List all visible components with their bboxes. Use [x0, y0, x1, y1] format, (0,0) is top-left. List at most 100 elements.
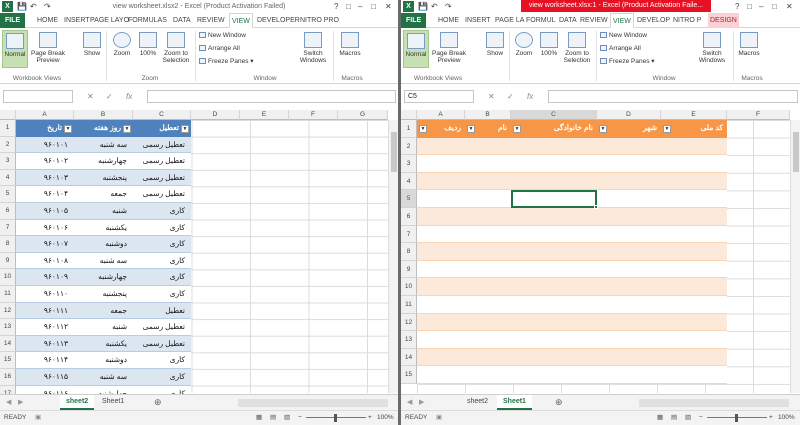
ribbon-display-icon[interactable]: □ [346, 0, 351, 13]
name-box[interactable]: C5 [404, 90, 474, 103]
help-icon[interactable]: ? [735, 0, 739, 13]
vertical-scrollbar[interactable] [790, 120, 800, 393]
column-header[interactable]: G [338, 110, 388, 120]
switch-windows-button[interactable]: Switch Windows [695, 30, 729, 72]
add-sheet-icon[interactable]: ⊕ [555, 395, 563, 410]
table-cell[interactable]: شنبه [74, 206, 127, 215]
zoom-level[interactable]: 100% [778, 411, 795, 425]
row-header[interactable]: 12 [0, 302, 16, 320]
table-cell[interactable]: سه شنبه [74, 372, 127, 381]
page-break-status-icon[interactable]: ▧ [685, 411, 691, 425]
table-cell[interactable]: شنبه [74, 322, 127, 331]
arrange-all-button[interactable]: Arrange All [600, 44, 641, 53]
table-cell[interactable]: کاری [133, 372, 185, 381]
row-header[interactable]: 1 [0, 120, 16, 137]
row-header[interactable]: 16 [0, 369, 16, 386]
tab-developer[interactable]: DEVELOP [637, 13, 670, 28]
formula-input[interactable] [548, 90, 798, 103]
name-box[interactable] [3, 90, 73, 103]
row-header[interactable]: 6 [401, 208, 417, 226]
horizontal-scrollbar[interactable] [639, 399, 789, 407]
restore-icon[interactable]: □ [371, 0, 376, 13]
row-header[interactable]: 10 [0, 269, 16, 286]
cancel-icon[interactable]: ✕ [87, 90, 94, 103]
table-cell[interactable]: ۹۶۰۱۰۴ [16, 189, 68, 198]
freeze-panes-button[interactable]: Freeze Panes ▾ [600, 57, 655, 66]
normal-view-button[interactable]: Normal [2, 30, 28, 68]
table-cell[interactable]: ۹۶۰۱۰۷ [16, 239, 68, 248]
ribbon-display-icon[interactable]: □ [747, 0, 752, 13]
tab-insert[interactable]: INSERT [64, 13, 90, 28]
table-cell[interactable]: یکشنبه [74, 339, 127, 348]
column-header[interactable]: C [511, 110, 597, 120]
table-cell[interactable]: تعطیل رسمی [133, 156, 185, 165]
page-break-preview-button[interactable]: Page Break Preview [431, 30, 467, 70]
scroll-thumb[interactable] [391, 132, 397, 172]
tab-formulas[interactable]: FORMUL [526, 13, 556, 28]
row-header[interactable]: 2 [401, 137, 417, 156]
table-cell[interactable]: ۹۶۰۱۱۳ [16, 339, 68, 348]
horizontal-scrollbar[interactable] [238, 399, 388, 407]
tab-nitro[interactable]: NITRO PRO [300, 13, 339, 28]
tab-view[interactable]: VIEW [229, 13, 253, 28]
table-cell[interactable]: ۹۶۰۱۱۲ [16, 322, 68, 331]
page-layout-status-icon[interactable]: ▤ [270, 411, 276, 425]
show-button[interactable]: Show [80, 30, 104, 66]
sheet-tab-sheet2[interactable]: sheet2 [60, 395, 95, 410]
page-break-status-icon[interactable]: ▧ [284, 411, 290, 425]
next-sheet-icon[interactable]: ▶ [18, 395, 23, 410]
table-cell[interactable]: ۹۶۰۱۰۹ [16, 272, 68, 281]
macro-record-icon[interactable]: ▣ [35, 411, 41, 425]
table-cell[interactable]: تعطیل رسمی [133, 322, 185, 331]
redo-icon[interactable]: ↷ [445, 1, 452, 12]
row-header[interactable]: 9 [401, 260, 417, 279]
table-cell[interactable]: کاری [133, 256, 185, 265]
cancel-icon[interactable]: ✕ [488, 90, 495, 103]
column-header[interactable]: C [133, 110, 191, 120]
table-cell[interactable]: پنجشنبه [74, 173, 127, 182]
row-header[interactable]: 11 [401, 296, 417, 314]
table-cell[interactable]: تعطیل رسمی [133, 140, 185, 149]
sheet-tab-sheet2[interactable]: sheet2 [461, 395, 494, 410]
table-cell[interactable]: ۹۶۰۱۰۳ [16, 173, 68, 182]
filter-dropdown-icon[interactable]: ▼ [599, 125, 607, 133]
undo-icon[interactable]: ↶ [30, 1, 37, 12]
macro-record-icon[interactable]: ▣ [436, 411, 442, 425]
zoom-level[interactable]: 100% [377, 411, 394, 425]
table-cell[interactable]: چهارشنبه [74, 156, 127, 165]
table-cell[interactable]: تعطیل رسمی [133, 189, 185, 198]
row-header[interactable]: 7 [401, 225, 417, 244]
zoom-in-icon[interactable]: + [368, 411, 372, 425]
tab-home[interactable]: HOME [37, 13, 58, 28]
row-header[interactable]: 4 [401, 172, 417, 191]
filter-dropdown-icon[interactable]: ▼ [467, 125, 475, 133]
macros-button[interactable]: Macros [736, 30, 762, 66]
page-layout-status-icon[interactable]: ▤ [671, 411, 677, 425]
table-cell[interactable]: جمعه [74, 306, 127, 315]
column-header[interactable]: D [597, 110, 661, 120]
add-sheet-icon[interactable]: ⊕ [154, 395, 162, 410]
zoom-100-button[interactable]: 100% [537, 30, 561, 66]
sheet-tab-sheet1[interactable]: Sheet1 [497, 395, 532, 410]
column-header[interactable]: B [465, 110, 511, 120]
table-row[interactable] [417, 243, 727, 261]
table-cell[interactable]: تعطیل رسمی [133, 173, 185, 182]
table-cell[interactable]: کاری [133, 355, 185, 364]
row-header[interactable]: 10 [401, 278, 417, 296]
zoom-slider-knob[interactable] [735, 414, 738, 422]
table-cell[interactable]: کاری [133, 223, 185, 232]
table-cell[interactable]: ۹۶۰۱۰۶ [16, 223, 68, 232]
zoom-button[interactable]: Zoom [512, 30, 536, 66]
column-header[interactable]: E [240, 110, 289, 120]
row-header[interactable]: 11 [0, 286, 16, 303]
table-cell[interactable]: ۹۶۰۱۱۴ [16, 355, 68, 364]
show-button[interactable]: Show [483, 30, 507, 66]
row-header[interactable]: 8 [401, 243, 417, 261]
table-cell[interactable]: جمعه [74, 189, 127, 198]
minimize-icon[interactable]: – [358, 0, 362, 13]
tab-view[interactable]: VIEW [610, 13, 634, 28]
zoom-100-button[interactable]: 100% [136, 30, 160, 66]
table-row[interactable] [417, 348, 727, 367]
tab-review[interactable]: REVIEW [197, 13, 225, 28]
next-sheet-icon[interactable]: ▶ [419, 395, 424, 410]
